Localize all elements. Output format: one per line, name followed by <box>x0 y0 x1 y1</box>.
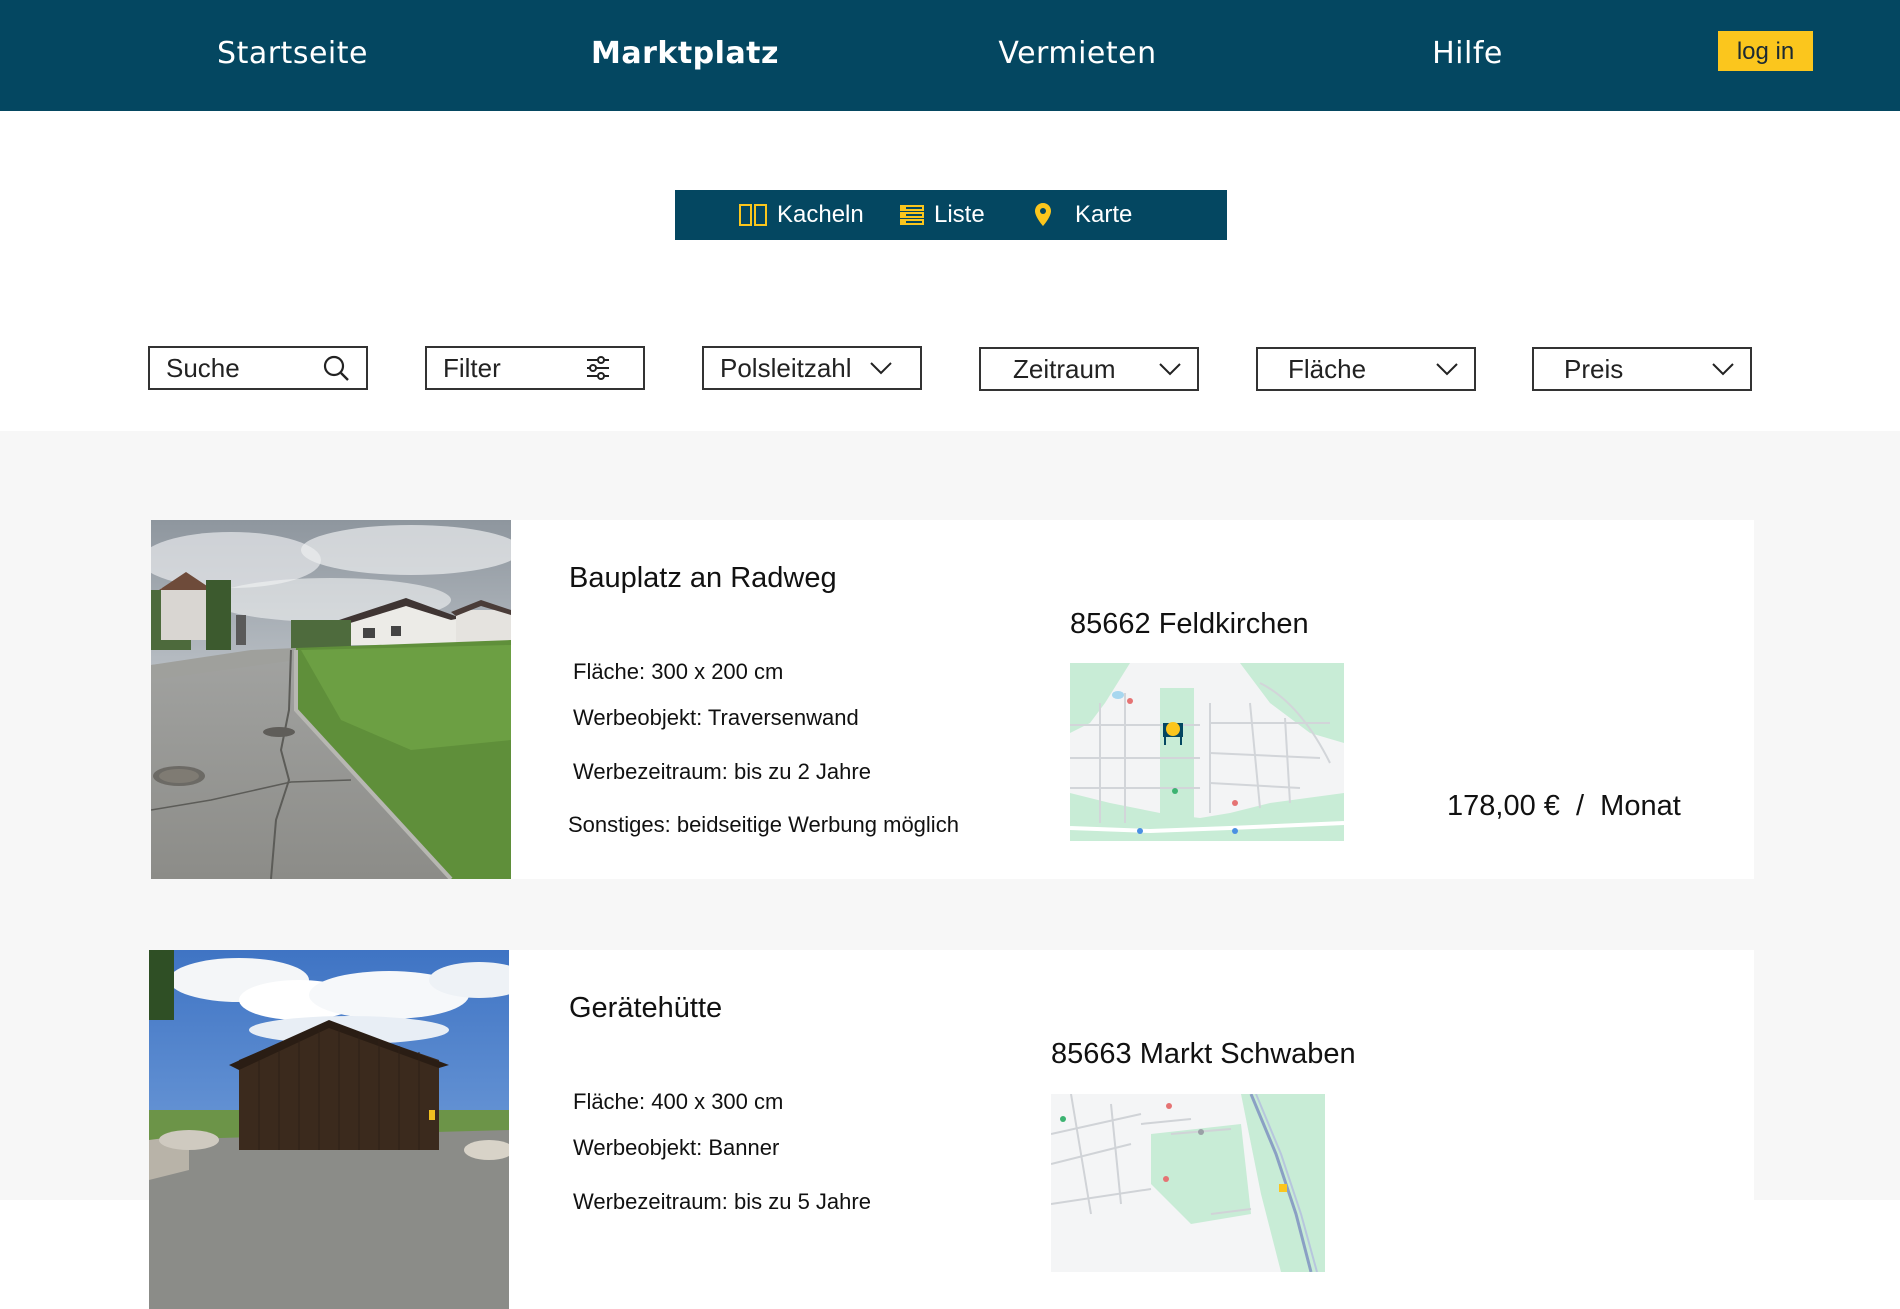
chevron-down-icon <box>1712 363 1734 376</box>
area-label: Fläche <box>1288 353 1367 384</box>
chevron-down-icon <box>1436 363 1458 376</box>
postcode-label: Polsleitzahl <box>720 352 852 383</box>
listing-title[interactable]: Gerätehütte <box>569 992 722 1025</box>
listing-map-thumbnail[interactable] <box>1070 663 1344 841</box>
listing-map-thumbnail[interactable] <box>1051 1094 1325 1272</box>
nav-startseite[interactable]: Startseite <box>205 34 380 74</box>
search-input[interactable]: Suche <box>148 346 368 390</box>
listing-photo-image <box>151 520 511 879</box>
price-label: Preis <box>1564 353 1624 384</box>
listing-photo[interactable] <box>149 950 509 1309</box>
view-map-button[interactable]: Karte <box>1033 190 1132 240</box>
chevron-down-icon <box>1159 363 1181 376</box>
listing-detail: Werbeobjekt: Traversenwand <box>573 705 859 730</box>
listing-detail: Werbeobjekt: Banner <box>573 1135 780 1160</box>
listing-detail: Fläche: 300 x 200 cm <box>573 659 784 684</box>
nav-marktplatz[interactable]: Marktplatz <box>590 34 780 74</box>
map-pin-icon <box>1035 203 1051 226</box>
listing-area: Bauplatz an Radweg Fläche: 300 x 200 cm … <box>0 431 1900 1309</box>
listing-card[interactable]: Gerätehütte Fläche: 400 x 300 cm Werbeob… <box>149 950 1754 1309</box>
nav-vermieten[interactable]: Vermieten <box>990 34 1165 74</box>
listing-title[interactable]: Bauplatz an Radweg <box>569 562 837 595</box>
tiles-icon <box>739 204 767 226</box>
price-dropdown[interactable]: Preis <box>1532 347 1752 391</box>
listing-location: 85663 Markt Schwaben <box>1051 1038 1356 1070</box>
period-dropdown[interactable]: Zeitraum <box>979 347 1199 391</box>
listing-detail: Fläche: 400 x 300 cm <box>573 1089 784 1114</box>
listing-photo[interactable] <box>151 520 511 879</box>
view-map-label: Karte <box>1075 201 1133 228</box>
area-dropdown[interactable]: Fläche <box>1256 347 1476 391</box>
listing-location: 85662 Feldkirchen <box>1070 608 1309 640</box>
listing-detail: Werbezeitraum: bis zu 5 Jahre <box>573 1189 871 1214</box>
postcode-dropdown[interactable]: Polsleitzahl <box>702 346 922 390</box>
sliders-icon <box>587 356 609 380</box>
period-label: Zeitraum <box>1013 353 1116 384</box>
listing-price: 178,00 € / Monat <box>1447 790 1681 822</box>
filter-label: Filter <box>443 352 501 383</box>
map-thumbnail-image <box>1051 1094 1325 1272</box>
listing-card[interactable]: Bauplatz an Radweg Fläche: 300 x 200 cm … <box>151 520 1754 879</box>
listing-detail: Sonstiges: beidseitige Werbung möglich <box>568 812 959 837</box>
filter-button[interactable]: Filter <box>425 346 645 390</box>
map-thumbnail-image <box>1070 663 1344 841</box>
search-label: Suche <box>166 352 240 383</box>
nav-hilfe[interactable]: Hilfe <box>1420 34 1515 74</box>
view-list-button[interactable]: Liste <box>900 190 985 240</box>
top-navigation: Startseite Marktplatz Vermieten Hilfe lo… <box>0 0 1900 111</box>
view-switch: Kacheln Liste Karte <box>675 190 1227 240</box>
chevron-down-icon <box>870 362 892 375</box>
view-list-label: Liste <box>934 201 985 228</box>
search-icon <box>323 355 349 381</box>
listing-detail: Werbezeitraum: bis zu 2 Jahre <box>573 759 871 784</box>
login-button[interactable]: log in <box>1718 31 1813 71</box>
view-tiles-button[interactable]: Kacheln <box>739 190 864 240</box>
listing-photo-image <box>149 950 509 1309</box>
view-tiles-label: Kacheln <box>777 201 864 228</box>
list-icon <box>900 205 924 225</box>
